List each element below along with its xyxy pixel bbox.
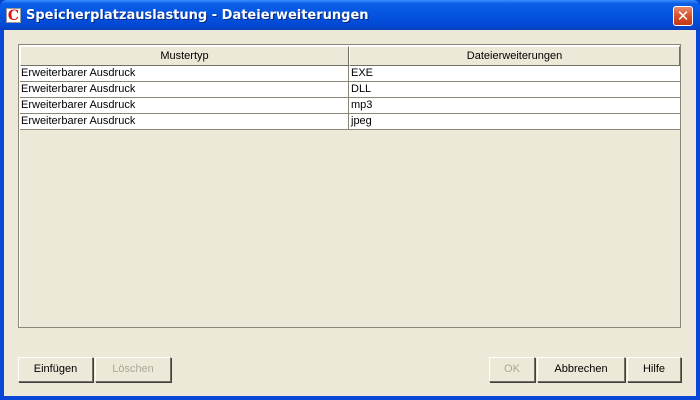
cell-mustertyp[interactable]: Erweiterbarer Ausdruck: [20, 98, 349, 114]
extensions-table: Mustertyp Dateierweiterungen Erweiterbar…: [18, 44, 681, 328]
cell-extension[interactable]: EXE: [350, 66, 680, 82]
dialog-window: C Speicherplatzauslastung - Dateierweite…: [0, 0, 700, 400]
insert-button[interactable]: Einfügen: [18, 357, 93, 382]
table-row[interactable]: Erweiterbarer Ausdruck jpeg: [20, 114, 680, 130]
column-header-dateierweiterungen[interactable]: Dateierweiterungen: [349, 46, 680, 66]
table-row[interactable]: Erweiterbarer Ausdruck mp3: [20, 98, 680, 114]
column-header-mustertyp[interactable]: Mustertyp: [20, 46, 349, 66]
window-title: Speicherplatzauslastung - Dateierweiteru…: [26, 8, 369, 23]
table-row[interactable]: Erweiterbarer Ausdruck DLL: [20, 82, 680, 98]
cell-extension[interactable]: mp3: [350, 98, 680, 114]
cell-mustertyp[interactable]: Erweiterbarer Ausdruck: [20, 82, 349, 98]
cell-extension[interactable]: jpeg: [350, 114, 680, 130]
dialog-body: Mustertyp Dateierweiterungen Erweiterbar…: [4, 30, 696, 396]
title-bar[interactable]: C Speicherplatzauslastung - Dateierweite…: [0, 0, 700, 30]
ok-button[interactable]: OK: [489, 357, 535, 382]
help-button[interactable]: Hilfe: [627, 357, 681, 382]
cell-mustertyp[interactable]: Erweiterbarer Ausdruck: [20, 114, 349, 130]
cell-extension[interactable]: DLL: [350, 82, 680, 98]
cancel-button[interactable]: Abbrechen: [537, 357, 625, 382]
cell-mustertyp[interactable]: Erweiterbarer Ausdruck: [20, 66, 349, 82]
delete-button[interactable]: Löschen: [95, 357, 171, 382]
app-icon: C: [6, 8, 21, 24]
table-row[interactable]: Erweiterbarer Ausdruck EXE: [20, 66, 680, 82]
close-icon[interactable]: ✕: [673, 6, 693, 26]
